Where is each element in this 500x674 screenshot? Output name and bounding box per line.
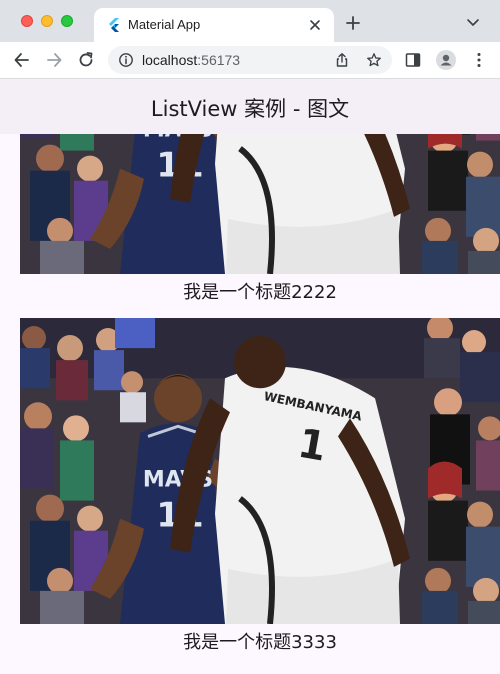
- tab-strip: Material App: [0, 0, 500, 42]
- basketball-photo: [20, 318, 500, 624]
- url-host: localhost: [142, 52, 198, 68]
- tab-title: Material App: [128, 17, 201, 32]
- tab-material-app[interactable]: Material App: [94, 8, 334, 42]
- close-tab-icon[interactable]: [306, 16, 324, 34]
- share-icon[interactable]: [334, 52, 350, 68]
- list-item-photo: [20, 134, 500, 274]
- browser-toolbar: localhost:56173: [0, 42, 500, 79]
- new-tab-icon[interactable]: [344, 14, 362, 32]
- minimize-window-button[interactable]: [41, 15, 53, 27]
- list-view[interactable]: 我是一个标题2222 我是一个标题3333: [0, 134, 500, 674]
- reload-icon[interactable]: [76, 50, 96, 70]
- app-bar: ListView 案例 - 图文: [0, 79, 500, 134]
- profile-avatar-icon[interactable]: [436, 50, 456, 70]
- list-item-title: 我是一个标题3333: [183, 632, 337, 653]
- bookmark-star-icon[interactable]: [366, 52, 382, 68]
- url-port: :56173: [197, 52, 241, 68]
- side-panel-icon[interactable]: [404, 51, 422, 69]
- browser-window: Material App localhost:56173 ListView 案例…: [0, 0, 500, 674]
- site-info-icon[interactable]: [118, 52, 134, 68]
- address-bar[interactable]: localhost:56173: [108, 46, 392, 74]
- list-item[interactable]: 我是一个标题2222: [20, 134, 500, 308]
- chevron-down-icon[interactable]: [466, 16, 480, 28]
- list-item-title: 我是一个标题2222: [183, 282, 337, 303]
- more-menu-icon[interactable]: [470, 51, 488, 69]
- close-window-button[interactable]: [21, 15, 33, 27]
- list-item-photo: [20, 318, 500, 624]
- zoom-window-button[interactable]: [61, 15, 73, 27]
- url-text: localhost:56173: [142, 52, 240, 68]
- basketball-photo: [20, 134, 500, 274]
- list-item[interactable]: 我是一个标题3333: [20, 318, 500, 658]
- back-arrow-icon[interactable]: [12, 50, 32, 70]
- app-bar-title: ListView 案例 - 图文: [150, 97, 350, 121]
- forward-arrow-icon[interactable]: [44, 50, 64, 70]
- flutter-icon: [109, 18, 119, 32]
